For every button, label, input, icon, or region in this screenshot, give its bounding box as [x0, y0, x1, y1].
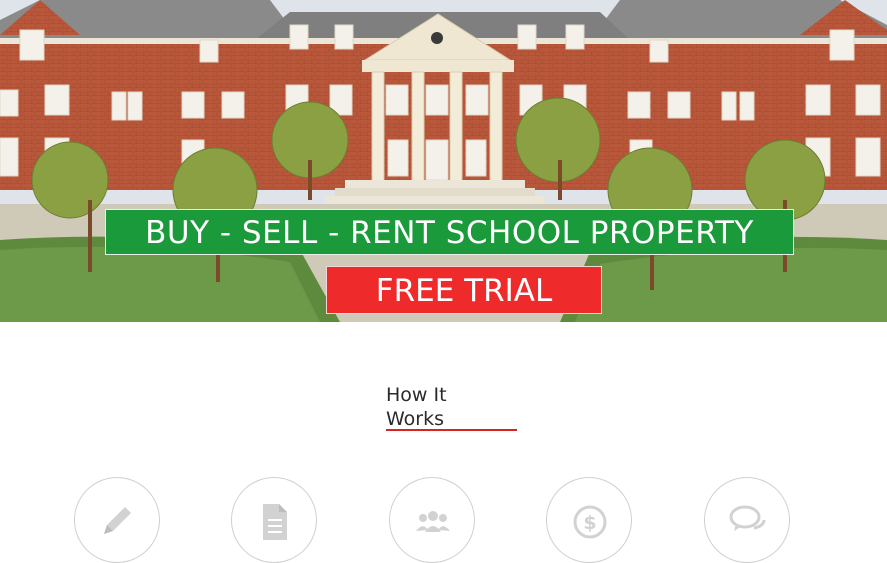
- step-chat[interactable]: [704, 477, 790, 563]
- how-it-works-underline: [386, 429, 517, 431]
- dollar-icon: $: [573, 505, 607, 539]
- pencil-icon: [104, 507, 131, 534]
- step-group[interactable]: [389, 477, 475, 563]
- how-it-works-line1: How It: [386, 384, 447, 406]
- buy-sell-rent-banner[interactable]: BUY - SELL - RENT SCHOOL PROPERTY: [105, 209, 794, 255]
- hero-banner: BUY - SELL - RENT SCHOOL PROPERTY FREE T…: [0, 0, 887, 322]
- chat-bubbles-icon: [729, 505, 766, 531]
- document-icon: [263, 504, 287, 540]
- step-edit[interactable]: [74, 477, 160, 563]
- how-it-works-line2: Works: [386, 408, 445, 430]
- svg-text:$: $: [583, 512, 596, 534]
- group-icon: [416, 511, 450, 532]
- free-trial-button[interactable]: FREE TRIAL: [326, 266, 602, 314]
- step-payment[interactable]: $: [546, 477, 632, 563]
- how-it-works-title: How It Works: [386, 383, 517, 431]
- step-document[interactable]: [231, 477, 317, 563]
